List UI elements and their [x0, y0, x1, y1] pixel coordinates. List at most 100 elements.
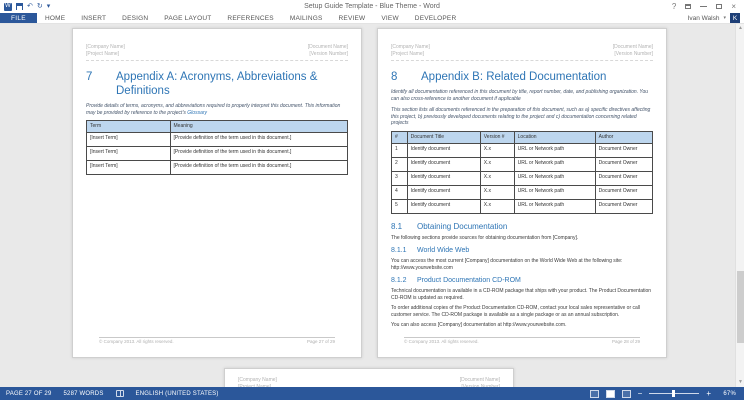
heading-8-1-1: 8.1.1 World Wide Web — [391, 247, 653, 254]
header-company: [Company Name] — [238, 377, 277, 384]
language-indicator[interactable]: ENGLISH (UNITED STATES) — [136, 391, 219, 397]
help-icon[interactable]: ? — [672, 3, 676, 11]
table-row[interactable]: [Insert Term] [Provide definition of the… — [87, 133, 348, 147]
ribbon-tab[interactable]: REVIEW — [331, 13, 374, 23]
print-layout-button[interactable] — [606, 390, 615, 398]
page-27[interactable]: [Company Name] [Project Name] [Document … — [72, 28, 362, 358]
glossary-table: Term Meaning [Insert Term] [Provide defi… — [86, 120, 348, 175]
column-header-meaning: Meaning — [170, 121, 347, 133]
scroll-up-icon[interactable]: ▲ — [736, 24, 744, 33]
ribbon-tab[interactable]: DEVELOPER — [407, 13, 465, 23]
zoom-in-button[interactable]: + — [706, 390, 711, 398]
redo-icon[interactable]: ↻ — [37, 3, 43, 10]
scroll-down-icon[interactable]: ▼ — [736, 378, 744, 387]
undo-icon[interactable]: ↶ — [27, 3, 33, 10]
instruction-text: Provide details of terms, acronyms, and … — [86, 103, 348, 116]
heading-appendix-a: 7 Appendix A: Acronyms, Abbreviations & … — [86, 70, 348, 98]
header-company: [Company Name] — [391, 44, 430, 51]
ribbon-tab[interactable]: REFERENCES — [219, 13, 281, 23]
paragraph: Technical documentation is available in … — [391, 288, 653, 301]
header-document: [Document Name] — [613, 44, 653, 51]
glossary-link[interactable]: Glossary — [187, 110, 207, 116]
page-header: [Company Name] [Project Name] [Document … — [238, 377, 500, 387]
column-header-title: Document Title — [407, 131, 480, 143]
footer-page-number: Page 27 of 29 — [307, 339, 335, 344]
web-layout-button[interactable] — [622, 390, 631, 398]
footer-copyright: © Company 2013. All rights reserved. — [404, 339, 479, 344]
ribbon-display-options-icon[interactable] — [685, 4, 691, 9]
ribbon-tab[interactable]: VIEW — [373, 13, 406, 23]
header-version: [Version Number] — [613, 51, 653, 58]
heading-8-1: 8.1 Obtaining Documentation — [391, 222, 653, 231]
header-version: [Version Number] — [308, 51, 348, 58]
qat-customize-icon[interactable]: ▾ — [47, 3, 51, 10]
paragraph: You can access the most current [Company… — [391, 258, 653, 271]
column-header-term: Term — [87, 121, 171, 133]
instruction-text: This section lists all documents referen… — [391, 107, 653, 127]
table-row[interactable]: 4 Identify document X.x URL or Network p… — [392, 185, 653, 199]
window-title: Setup Guide Template - Blue Theme - Word — [0, 3, 744, 10]
page-indicator[interactable]: PAGE 27 OF 29 — [6, 391, 52, 397]
heading-8-1-2: 8.1.2 Product Documentation CD-ROM — [391, 277, 653, 284]
zoom-slider[interactable] — [649, 393, 699, 394]
zoom-level[interactable]: 67% — [718, 391, 736, 397]
title-bar: ↶ ↻ ▾ Setup Guide Template - Blue Theme … — [0, 0, 744, 13]
zoom-slider-thumb[interactable] — [672, 390, 675, 397]
document-canvas[interactable]: [Company Name] [Project Name] [Document … — [0, 24, 744, 387]
table-row[interactable]: 5 Identify document X.x URL or Network p… — [392, 199, 653, 213]
header-document: [Document Name] — [460, 377, 500, 384]
ribbon-tab-bar: FILE HOMEINSERTDESIGNPAGE LAYOUTREFERENC… — [0, 13, 744, 24]
table-row[interactable]: [Insert Term] [Provide definition of the… — [87, 161, 348, 175]
page-header: [Company Name] [Project Name] [Document … — [86, 44, 348, 61]
close-icon[interactable]: × — [731, 3, 736, 11]
table-header-row: # Document Title Version # Location Auth… — [392, 131, 653, 143]
page-footer: © Company 2013. All rights reserved. Pag… — [404, 337, 640, 344]
table-row[interactable]: 2 Identify document X.x URL or Network p… — [392, 157, 653, 171]
avatar[interactable]: K — [730, 13, 740, 23]
minimize-icon[interactable] — [700, 6, 707, 7]
word-count[interactable]: 5287 WORDS — [64, 391, 104, 397]
paragraph: To order additional copies of the Produc… — [391, 305, 653, 318]
table-row[interactable]: [Insert Term] [Provide definition of the… — [87, 147, 348, 161]
word-app-icon[interactable] — [4, 3, 12, 11]
tab-file[interactable]: FILE — [0, 13, 37, 23]
page-footer: © Company 2013. All rights reserved. Pag… — [99, 337, 335, 344]
status-bar: PAGE 27 OF 29 5287 WORDS ENGLISH (UNITED… — [0, 387, 744, 400]
ribbon-tabs: HOMEINSERTDESIGNPAGE LAYOUTREFERENCESMAI… — [37, 13, 464, 23]
quick-access-toolbar: ↶ ↻ ▾ — [0, 0, 50, 13]
table-row[interactable]: 3 Identify document X.x URL or Network p… — [392, 171, 653, 185]
instruction-text: Identify all documentation referenced in… — [391, 89, 653, 102]
zoom-out-button[interactable]: − — [638, 390, 643, 398]
read-mode-button[interactable] — [590, 390, 599, 398]
column-header-location: Location — [514, 131, 595, 143]
header-project: [Project Name] — [86, 51, 125, 58]
column-header-number: # — [392, 131, 408, 143]
restore-icon[interactable] — [716, 4, 722, 9]
footer-page-number: Page 28 of 29 — [612, 339, 640, 344]
vertical-scrollbar[interactable]: ▲ ▼ — [735, 24, 744, 387]
account-area[interactable]: Ivan Walsh ▾ K — [688, 13, 744, 23]
page-28[interactable]: [Company Name] [Project Name] [Document … — [377, 28, 667, 358]
proofing-status-icon[interactable] — [116, 390, 124, 397]
word-application-window: { "title_bar": { "title": "Setup Guide T… — [0, 0, 744, 400]
ribbon-tab[interactable]: HOME — [37, 13, 73, 23]
header-project: [Project Name] — [391, 51, 430, 58]
save-icon[interactable] — [16, 3, 23, 10]
chevron-down-icon: ▾ — [723, 15, 726, 21]
table-row[interactable]: 1 Identify document X.x URL or Network p… — [392, 143, 653, 157]
ribbon-tab[interactable]: DESIGN — [114, 13, 156, 23]
window-controls: ? × — [672, 3, 744, 11]
header-document: [Document Name] — [308, 44, 348, 51]
ribbon-tab[interactable]: PAGE LAYOUT — [156, 13, 219, 23]
ribbon-tab[interactable]: INSERT — [73, 13, 114, 23]
footer-copyright: © Company 2013. All rights reserved. — [99, 339, 174, 344]
table-header-row: Term Meaning — [87, 121, 348, 133]
user-name: Ivan Walsh — [688, 15, 720, 22]
ribbon-tab[interactable]: MAILINGS — [282, 13, 331, 23]
column-header-version: Version # — [480, 131, 514, 143]
scrollbar-thumb[interactable] — [737, 271, 744, 344]
page-29-partial[interactable]: [Company Name] [Project Name] [Document … — [224, 368, 514, 387]
header-company: [Company Name] — [86, 44, 125, 51]
column-header-author: Author — [595, 131, 652, 143]
related-documents-table: # Document Title Version # Location Auth… — [391, 131, 653, 214]
